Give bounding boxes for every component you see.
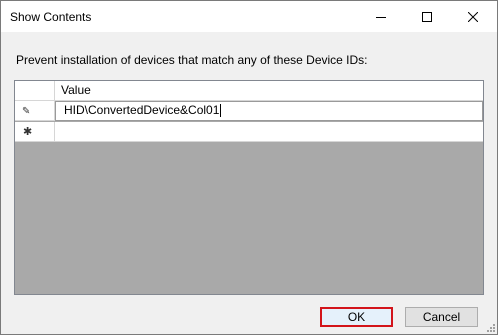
table-row[interactable]: ✱ bbox=[15, 122, 483, 142]
maximize-button[interactable] bbox=[404, 1, 450, 32]
grid-corner-cell[interactable] bbox=[15, 81, 55, 101]
prompt-label: Prevent installation of devices that mat… bbox=[16, 53, 368, 67]
minimize-icon bbox=[376, 16, 386, 18]
window-title: Show Contents bbox=[10, 10, 92, 24]
value-cell-editing[interactable]: HID\ConvertedDevice&Col01 bbox=[55, 101, 483, 121]
row-header[interactable]: ✱ bbox=[15, 122, 55, 142]
device-id-grid[interactable]: Value ✎ HID\ConvertedDevice&Col01 ✱ bbox=[14, 80, 484, 295]
minimize-button[interactable] bbox=[358, 1, 404, 32]
show-contents-dialog: Show Contents Prevent installation of de… bbox=[0, 0, 498, 335]
close-button[interactable] bbox=[450, 1, 496, 32]
value-cell-text: HID\ConvertedDevice&Col01 bbox=[64, 103, 220, 117]
close-icon bbox=[468, 11, 478, 22]
text-caret bbox=[220, 104, 222, 118]
value-cell-empty[interactable] bbox=[55, 122, 483, 142]
new-row-asterisk-icon: ✱ bbox=[23, 126, 33, 138]
edit-pencil-icon: ✎ bbox=[22, 106, 31, 117]
title-bar[interactable]: Show Contents bbox=[1, 1, 497, 32]
grid-header-row: Value bbox=[15, 81, 483, 101]
resize-grip-icon[interactable] bbox=[485, 322, 495, 332]
maximize-icon bbox=[422, 11, 432, 22]
cancel-button[interactable]: Cancel bbox=[405, 307, 478, 327]
row-header[interactable]: ✎ bbox=[15, 101, 55, 121]
ok-button[interactable]: OK bbox=[320, 307, 393, 327]
table-row[interactable]: ✎ HID\ConvertedDevice&Col01 bbox=[15, 101, 483, 121]
column-header-value[interactable]: Value bbox=[55, 81, 483, 101]
